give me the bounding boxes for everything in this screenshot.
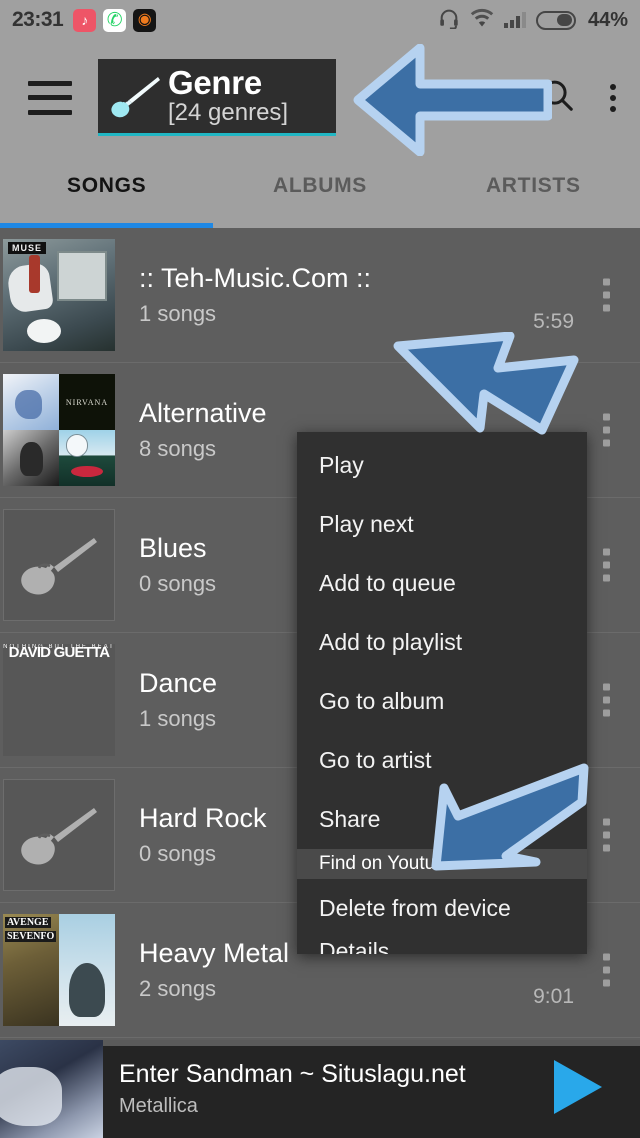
list-item-overflow-icon[interactable] <box>595 541 618 590</box>
now-playing-album-art <box>0 1040 103 1138</box>
battery-icon <box>535 10 576 30</box>
album-art-thumbnail: MUSE <box>3 239 115 351</box>
tab-albums[interactable]: ALBUMS <box>213 155 426 228</box>
whatsapp-icon: ✆ <box>103 8 127 32</box>
album-art-thumbnail <box>3 914 115 1026</box>
tiktok-icon: ♪ <box>73 8 97 32</box>
album-art-thumbnail <box>3 374 115 486</box>
status-bar: 23:31 ♪ ✆ ◉ 44% <box>0 0 640 40</box>
list-item-duration: 5:59 <box>533 310 574 333</box>
context-menu-item-go-to-artist[interactable]: Go to artist <box>297 731 587 790</box>
play-icon[interactable] <box>548 1057 606 1122</box>
list-item-overflow-icon[interactable] <box>595 406 618 455</box>
list-item-title: Alternative <box>139 398 267 429</box>
status-bar-notification-icons: ♪ ✆ ◉ <box>73 8 157 32</box>
album-art-placeholder <box>3 779 115 891</box>
wifi-icon <box>470 8 494 32</box>
now-playing-artist: Metallica <box>119 1095 198 1117</box>
app-bar-overflow-menu-icon[interactable] <box>610 83 616 112</box>
page-title-highlight-box: Genre [24 genres] <box>98 58 336 137</box>
list-item-overflow-icon[interactable] <box>595 946 618 995</box>
list-item[interactable]: MUSE :: Teh-Music.Com :: 1 songs 5:59 <box>0 228 640 363</box>
now-playing-bar[interactable]: Enter Sandman ~ Situslagu.net Metallica <box>0 1040 640 1138</box>
context-menu[interactable]: Play Play next Add to queue Add to playl… <box>297 432 587 954</box>
app-bar: Genre [24 genres] <box>0 40 640 155</box>
guitar-placeholder-icon <box>21 538 97 595</box>
search-icon[interactable] <box>538 76 576 119</box>
context-menu-item-play[interactable]: Play <box>297 436 587 495</box>
tab-artists[interactable]: ARTISTS <box>427 155 640 228</box>
now-playing-title: Enter Sandman ~ Situslagu.net <box>119 1060 466 1088</box>
signal-icon <box>503 12 526 28</box>
context-menu-item-share[interactable]: Share <box>297 790 587 849</box>
now-playing-meta: Enter Sandman ~ Situslagu.net Metallica <box>119 1060 548 1118</box>
context-menu-item-add-to-playlist[interactable]: Add to playlist <box>297 613 587 672</box>
page-title: Genre <box>168 63 262 101</box>
tab-bar: SONGS ALBUMS ARTISTS <box>0 155 640 228</box>
album-art-placeholder <box>3 509 115 621</box>
app-icon: ◉ <box>133 8 157 32</box>
context-menu-item-go-to-album[interactable]: Go to album <box>297 672 587 731</box>
list-item-overflow-icon[interactable] <box>595 811 618 860</box>
status-bar-clock: 23:31 <box>12 8 64 31</box>
guitar-icon <box>108 74 162 120</box>
context-menu-item-find-on-youtube[interactable]: Find on Youtube <box>297 849 587 879</box>
album-art-thumbnail: NOTHING BUT THE BEAT DAVID GUETTA <box>3 644 115 756</box>
context-menu-item-add-to-queue[interactable]: Add to queue <box>297 554 587 613</box>
context-menu-item-play-next[interactable]: Play next <box>297 495 587 554</box>
page-subtitle: [24 genres] <box>168 99 289 127</box>
headset-icon <box>438 7 460 34</box>
list-item-title: :: Teh-Music.Com :: <box>139 263 372 294</box>
context-menu-item-delete-from-device[interactable]: Delete from device <box>297 879 587 938</box>
list-item-overflow-icon[interactable] <box>595 676 618 725</box>
list-item-duration: 9:01 <box>533 985 574 1008</box>
page-title-group: Genre [24 genres] <box>168 66 288 128</box>
tab-songs[interactable]: SONGS <box>0 155 214 228</box>
context-menu-item-details[interactable]: Details <box>297 938 587 954</box>
battery-percent-label: 44% <box>587 8 628 31</box>
guitar-placeholder-icon <box>21 808 97 865</box>
hamburger-icon[interactable] <box>28 80 72 115</box>
status-bar-system-icons: 44% <box>438 7 628 34</box>
list-item-overflow-icon[interactable] <box>595 271 618 320</box>
